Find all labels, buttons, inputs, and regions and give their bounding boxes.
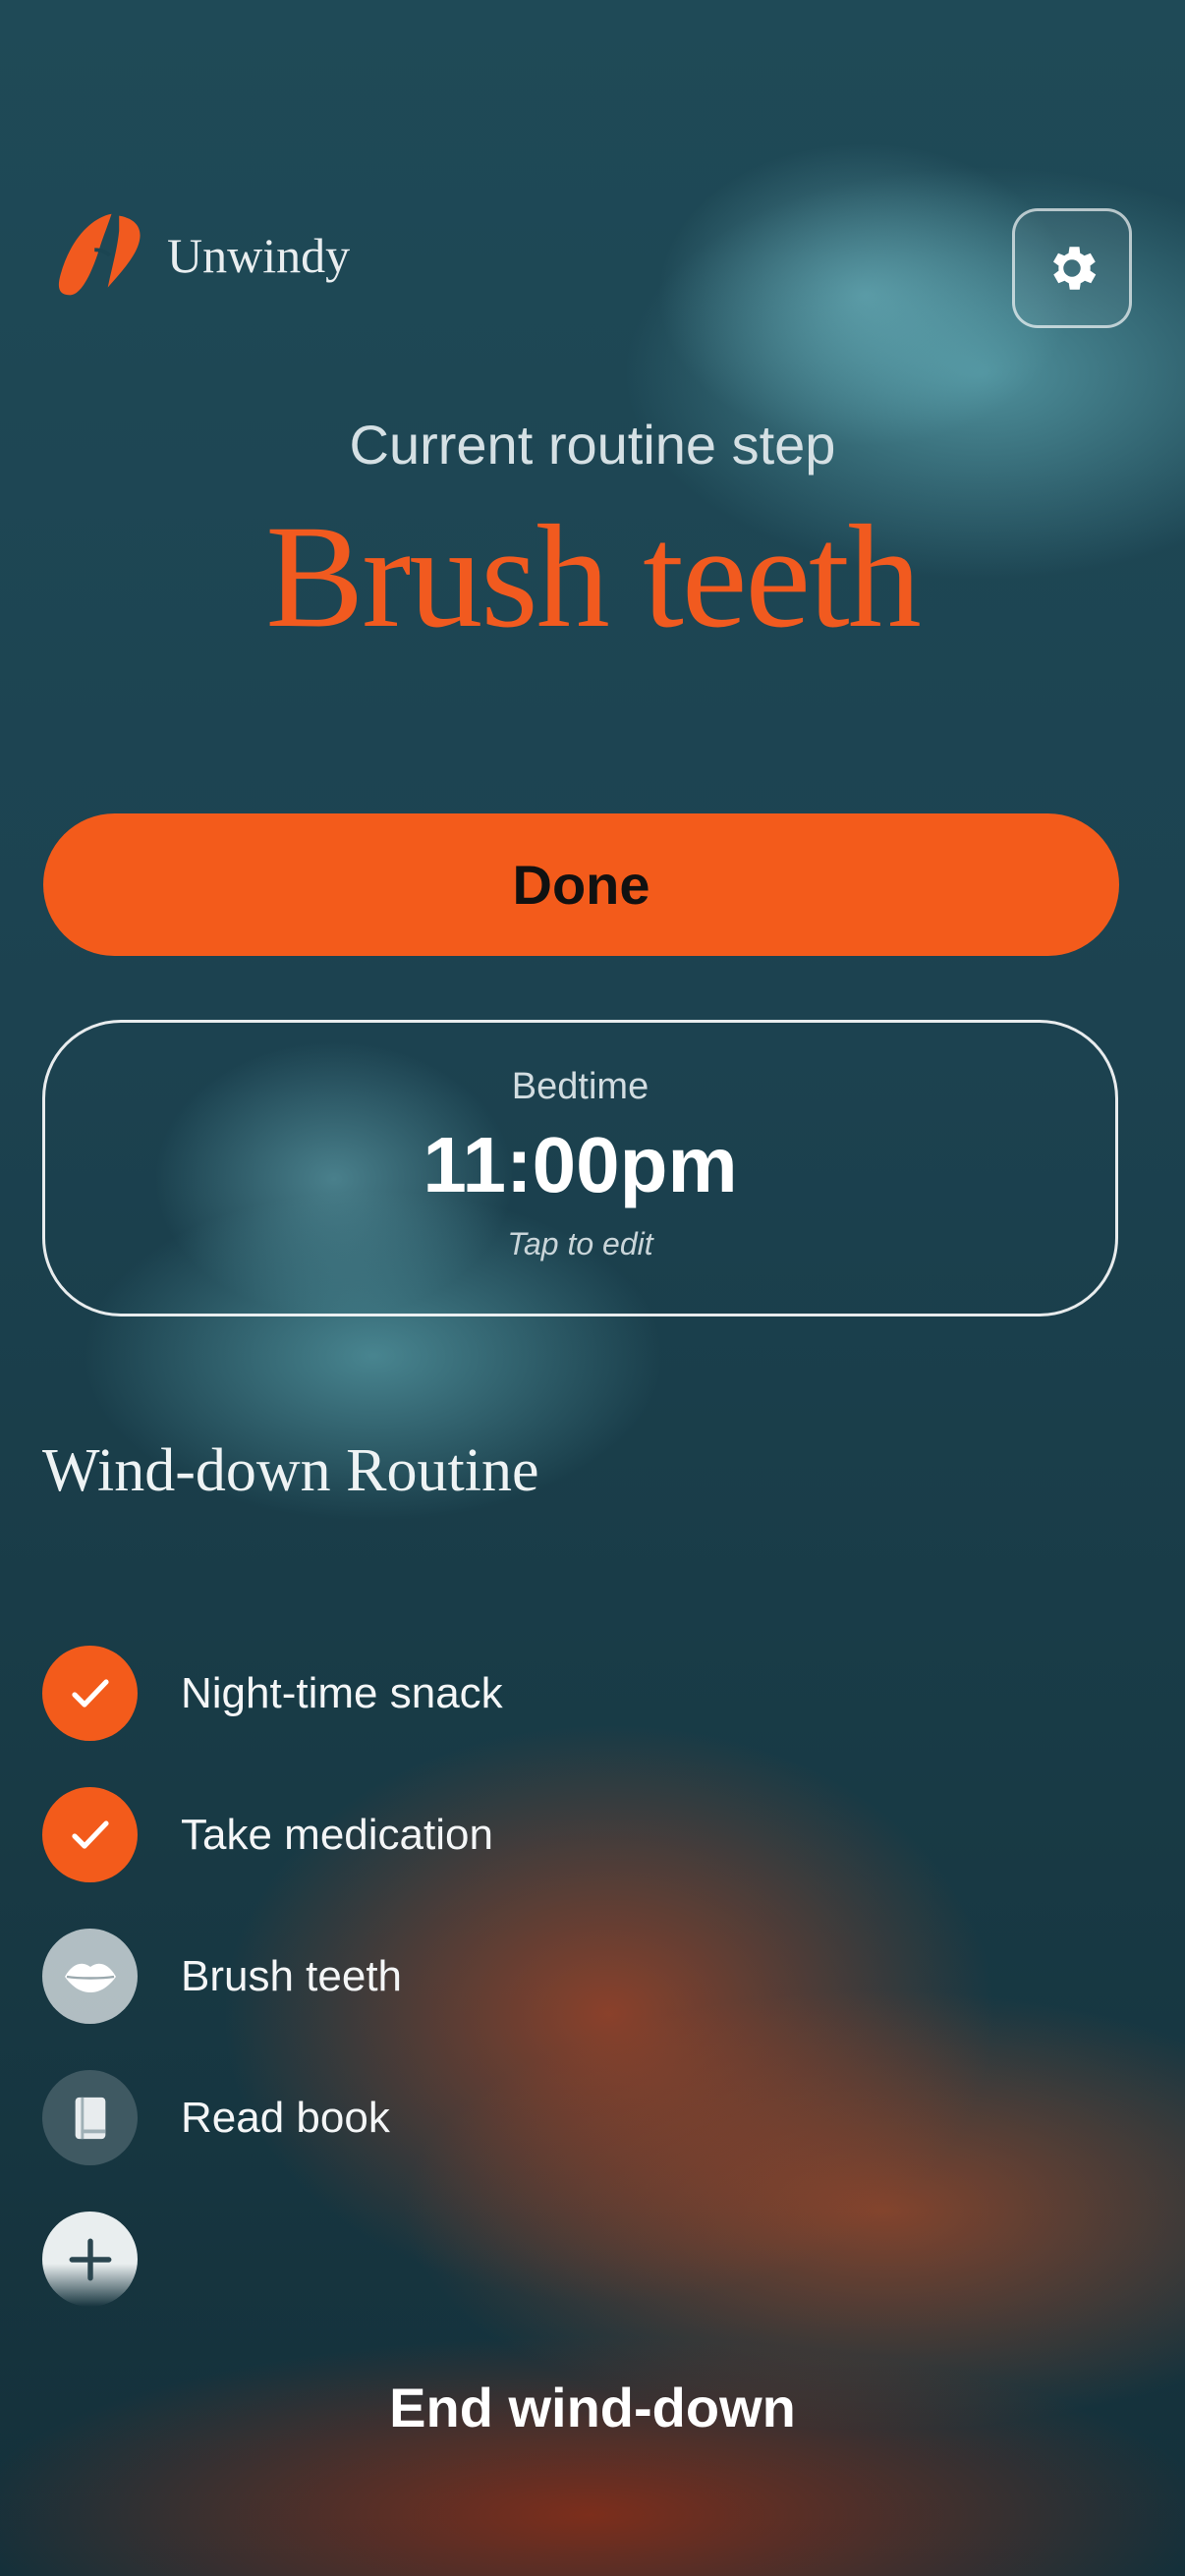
lips-icon — [64, 1963, 116, 1992]
routine-item-label: Take medication — [181, 1810, 493, 1859]
done-button[interactable]: Done — [43, 813, 1119, 956]
book-icon — [75, 2097, 105, 2139]
routine-item[interactable]: Night-time snack — [42, 1646, 503, 1741]
bedtime-time: 11:00pm — [423, 1121, 738, 1208]
gear-icon — [1053, 247, 1097, 290]
routine-item-label: Brush teeth — [181, 1951, 403, 2000]
routine-title: Wind-down Routine — [42, 1437, 539, 1504]
app-logo: Unwindy — [53, 208, 350, 303]
current-step-title: Brush teeth — [265, 495, 921, 658]
bedtime-edit-hint: Tap to edit — [507, 1226, 653, 1261]
logo-text: Unwindy — [167, 228, 351, 283]
end-wind-down-button[interactable]: End wind-down — [0, 2376, 1185, 2439]
routine-check-button[interactable] — [42, 2070, 138, 2165]
routine-list: Night-time snack Take medication Brush t… — [42, 1646, 503, 2353]
routine-check-button[interactable] — [42, 1787, 138, 1882]
header: Unwindy — [53, 208, 1132, 328]
routine-item[interactable]: Read book — [42, 2070, 503, 2165]
bedtime-label: Bedtime — [511, 1066, 649, 1107]
add-routine-item[interactable] — [42, 2212, 503, 2307]
routine-item-label: Read book — [181, 2093, 390, 2142]
bedtime-card[interactable]: Bedtime 11:00pm Tap to edit — [42, 1020, 1118, 1316]
checkmark-icon — [71, 1678, 109, 1708]
plus-icon — [69, 2238, 111, 2280]
routine-item-label: Night-time snack — [181, 1668, 503, 1717]
checkmark-icon — [71, 1820, 109, 1849]
settings-button[interactable] — [1012, 208, 1132, 328]
add-routine-button[interactable] — [42, 2212, 138, 2307]
routine-item[interactable]: Take medication — [42, 1787, 503, 1882]
routine-item[interactable]: Brush teeth — [42, 1929, 503, 2024]
current-step-label: Current routine step — [349, 414, 836, 476]
unwindy-logo-icon — [58, 213, 141, 296]
routine-check-button[interactable] — [42, 1646, 138, 1741]
routine-check-button[interactable] — [42, 1929, 138, 2024]
